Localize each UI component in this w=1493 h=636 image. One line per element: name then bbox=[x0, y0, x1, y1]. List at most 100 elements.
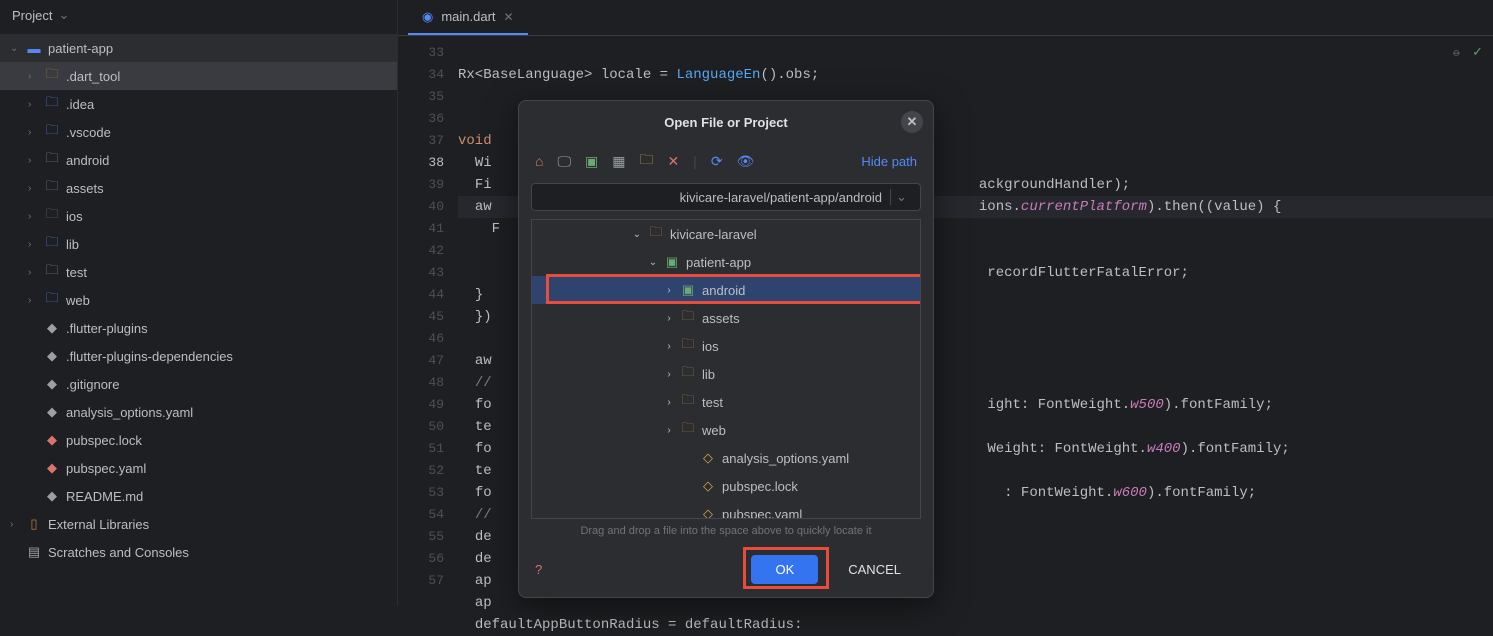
folder-icon: 🗀 bbox=[44, 289, 60, 311]
file-tree-row[interactable]: ⌄ ▣ patient-app bbox=[532, 248, 920, 276]
tree-label: .idea bbox=[66, 97, 94, 112]
tree-item[interactable]: › 🗀 .dart_tool bbox=[0, 62, 397, 90]
tree-item[interactable]: ◆pubspec.yaml bbox=[0, 454, 397, 482]
tab-main-dart[interactable]: ◉ main.dart ✕ bbox=[408, 0, 528, 35]
tree-item[interactable]: ◆.flutter-plugins-dependencies bbox=[0, 342, 397, 370]
tree-item[interactable]: ›🗀lib bbox=[0, 230, 397, 258]
file-icon: ◆ bbox=[44, 320, 60, 336]
path-input[interactable]: kivicare-laravel/patient-app/android ⌄ bbox=[531, 183, 921, 211]
file-tree-row[interactable]: ›🗀test bbox=[532, 388, 920, 416]
tree-label: .flutter-plugins bbox=[66, 321, 148, 336]
dialog-title: Open File or Project bbox=[664, 115, 788, 130]
close-button[interactable]: ✕ bbox=[901, 111, 923, 133]
tree-item[interactable]: ›🗀web bbox=[0, 286, 397, 314]
tree-label: ios bbox=[66, 209, 83, 224]
tree-label: Scratches and Consoles bbox=[48, 545, 189, 560]
tree-label: kivicare-laravel bbox=[670, 227, 757, 242]
file-tree-row[interactable]: › 🗀 assets bbox=[532, 304, 920, 332]
file-tree-row[interactable]: ⌄ 🗀 kivicare-laravel bbox=[532, 220, 920, 248]
folder-icon: ▣ bbox=[680, 282, 696, 298]
folder-icon: 🗀 bbox=[44, 149, 60, 171]
show-hidden-icon[interactable]: 👁 bbox=[737, 153, 755, 170]
folder-icon: ▬ bbox=[26, 41, 42, 56]
chevron-right-icon: › bbox=[28, 239, 38, 250]
folder-icon: ▣ bbox=[664, 254, 680, 270]
file-tree-row[interactable]: ›▣android bbox=[532, 276, 920, 304]
check-icon[interactable]: ✓ bbox=[1472, 44, 1483, 60]
sidebar-header[interactable]: Project ⌄ bbox=[0, 0, 397, 30]
external-libraries[interactable]: › ▯ External Libraries bbox=[0, 510, 397, 538]
tree-item[interactable]: ›🗀test bbox=[0, 258, 397, 286]
tab-label: main.dart bbox=[441, 9, 495, 24]
chevron-icon: › bbox=[664, 425, 674, 436]
tree-root[interactable]: ⌄ ▬ patient-app bbox=[0, 34, 397, 62]
dialog-title-bar: Open File or Project ✕ bbox=[519, 101, 933, 143]
tree-label: patient-app bbox=[686, 255, 751, 270]
file-icon: ◇ bbox=[700, 478, 716, 494]
tree-label: web bbox=[66, 293, 90, 308]
chevron-down-icon[interactable]: ⌄ bbox=[890, 189, 912, 205]
file-tree[interactable]: ⌄ 🗀 kivicare-laravel ⌄ ▣ patient-app › ▣ android… bbox=[531, 219, 921, 519]
tab-bar: ◉ main.dart ✕ bbox=[398, 0, 1493, 36]
tree-item[interactable]: ›🗀android bbox=[0, 146, 397, 174]
file-tree-row[interactable]: ›🗀web bbox=[532, 416, 920, 444]
tree-item[interactable]: ›🗀.vscode bbox=[0, 118, 397, 146]
folder-icon: 🗀 bbox=[44, 177, 60, 199]
hint-text: Drag and drop a file into the space abov… bbox=[519, 519, 933, 543]
tree-label: .dart_tool bbox=[66, 69, 120, 84]
line-gutter: 3334353637383940414243444546474849505152… bbox=[398, 36, 458, 606]
tree-label: assets bbox=[702, 311, 740, 326]
file-tree-row[interactable]: ›🗀lib bbox=[532, 360, 920, 388]
desktop-icon[interactable]: 🖵 bbox=[557, 153, 571, 170]
refresh-icon[interactable]: ⟳ bbox=[711, 153, 723, 170]
folder-icon: 🗀 bbox=[680, 307, 696, 329]
module-icon[interactable]: ▦ bbox=[612, 153, 625, 170]
folder-icon: 🗀 bbox=[680, 363, 696, 385]
tree-item[interactable]: ›🗀assets bbox=[0, 174, 397, 202]
tree-item[interactable]: ›🗀.idea bbox=[0, 90, 397, 118]
help-icon[interactable]: ? bbox=[535, 562, 542, 577]
file-icon: ◆ bbox=[44, 432, 60, 448]
chevron-icon: › bbox=[664, 369, 674, 380]
chevron-down-icon: ⌄ bbox=[10, 43, 20, 54]
folder-icon: 🗀 bbox=[44, 93, 60, 115]
chevron-icon: ⌄ bbox=[648, 257, 658, 268]
tree-label: pubspec.yaml bbox=[66, 461, 146, 476]
dart-icon: ◉ bbox=[422, 9, 433, 25]
file-tree-row[interactable]: ◇analysis_options.yaml bbox=[532, 444, 920, 472]
file-tree-row[interactable]: ›🗀ios bbox=[532, 332, 920, 360]
tree-label: android bbox=[66, 153, 109, 168]
tree-item[interactable]: ◆analysis_options.yaml bbox=[0, 398, 397, 426]
hide-path-link[interactable]: Hide path bbox=[861, 154, 917, 169]
folder-icon: 🗀 bbox=[44, 65, 60, 87]
chevron-right-icon: › bbox=[28, 71, 38, 82]
close-icon[interactable]: ✕ bbox=[504, 10, 514, 24]
home-icon[interactable]: ⌂ bbox=[535, 153, 543, 169]
cancel-button[interactable]: CANCEL bbox=[832, 555, 917, 584]
open-file-dialog: Open File or Project ✕ ⌂ 🖵 ▣ ▦ 🗀 ✕ | ⟳ 👁… bbox=[518, 100, 934, 598]
new-folder-icon[interactable]: 🗀 bbox=[639, 149, 653, 173]
tree-item[interactable]: ◆pubspec.lock bbox=[0, 426, 397, 454]
ok-button[interactable]: OK bbox=[751, 555, 818, 584]
tree-item[interactable]: ◆ .flutter-plugins bbox=[0, 314, 397, 342]
eye-off-icon[interactable]: ⦵ bbox=[1451, 44, 1462, 60]
sidebar-title: Project bbox=[12, 8, 52, 23]
tree-label: android bbox=[702, 283, 745, 298]
tree-item[interactable]: ›🗀ios bbox=[0, 202, 397, 230]
delete-icon[interactable]: ✕ bbox=[667, 153, 679, 170]
dialog-toolbar: ⌂ 🖵 ▣ ▦ 🗀 ✕ | ⟳ 👁 Hide path bbox=[519, 143, 933, 179]
folder-icon: 🗀 bbox=[648, 223, 664, 245]
file-icon: ◆ bbox=[44, 404, 60, 420]
file-tree-row[interactable]: ◇ pubspec.lock bbox=[532, 472, 920, 500]
tree-label: pubspec.lock bbox=[722, 479, 798, 494]
chevron-icon: ⌄ bbox=[632, 229, 642, 240]
file-tree-row[interactable]: ◇pubspec.yaml bbox=[532, 500, 920, 519]
scratches[interactable]: ▤ Scratches and Consoles bbox=[0, 538, 397, 566]
editor-status-icons: ⦵ ✓ bbox=[1451, 44, 1483, 60]
tree-item[interactable]: ◆.gitignore bbox=[0, 370, 397, 398]
chevron-icon: › bbox=[664, 313, 674, 324]
project-icon[interactable]: ▣ bbox=[585, 153, 598, 170]
tree-item[interactable]: ◆README.md bbox=[0, 482, 397, 510]
project-sidebar: Project ⌄ ⌄ ▬ patient-app ›🗀.dart_tool›🗀… bbox=[0, 0, 398, 606]
folder-icon: 🗀 bbox=[44, 121, 60, 143]
